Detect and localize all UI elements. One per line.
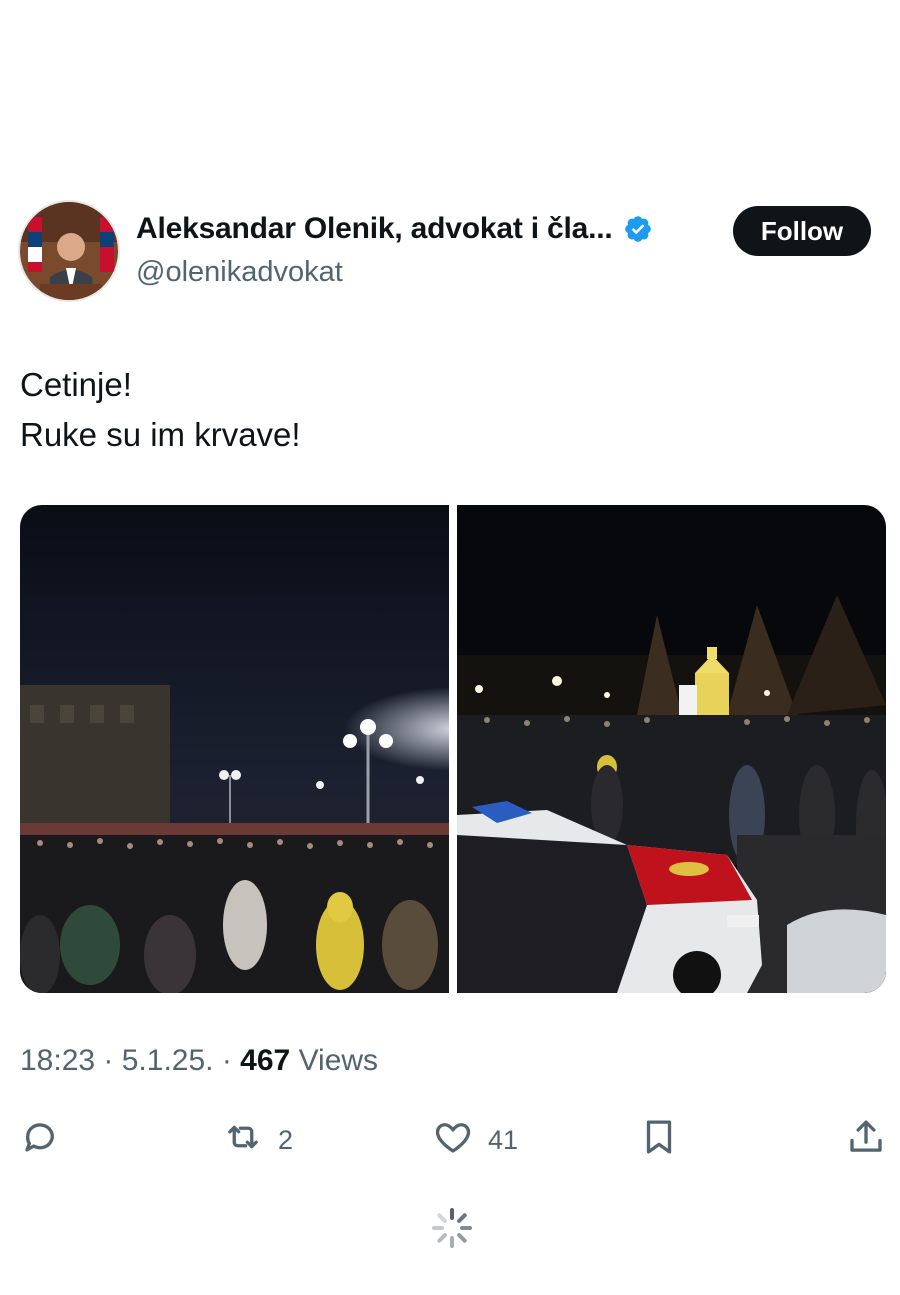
avatar[interactable]: [18, 200, 120, 302]
tweet-time[interactable]: 18:23: [20, 1044, 95, 1077]
retweet-icon: [222, 1116, 264, 1165]
share-icon: [845, 1116, 887, 1165]
retweet-button[interactable]: 2: [222, 1112, 293, 1168]
bookmark-icon: [638, 1116, 680, 1165]
tweet-date[interactable]: 5.1.25.: [122, 1044, 214, 1077]
views-count: 467: [240, 1044, 291, 1077]
tweet-header: Aleksandar Olenik, advokat i čla... @ole…: [0, 200, 900, 310]
photo-crowd-street[interactable]: [20, 505, 449, 993]
follow-button[interactable]: Follow: [733, 206, 871, 256]
meta-separator: ·: [213, 1044, 241, 1077]
author-handle[interactable]: @olenikadvokat: [136, 256, 343, 289]
tweet-meta: 18:23 · 5.1.25. · 467 Views: [20, 1044, 378, 1078]
bookmark-button[interactable]: [638, 1112, 680, 1168]
loading-spinner-icon: [430, 1206, 474, 1250]
reply-icon: [19, 1116, 61, 1165]
reply-button[interactable]: [19, 1112, 61, 1168]
tweet-text: Cetinje! Ruke su im krvave!: [20, 360, 301, 460]
tweet-line: Cetinje!: [20, 366, 132, 403]
heart-icon: [432, 1116, 474, 1165]
verified-badge-icon: [623, 214, 653, 244]
share-button[interactable]: [845, 1112, 887, 1168]
tweet-line: Ruke su im krvave!: [20, 416, 301, 453]
like-button[interactable]: 41: [432, 1112, 518, 1168]
like-count: 41: [488, 1124, 519, 1155]
media-grid: [20, 505, 886, 993]
action-bar: 2 41: [0, 1112, 900, 1168]
views-label: Views: [290, 1044, 379, 1077]
photo-crowd-church[interactable]: [457, 505, 886, 993]
author-name[interactable]: Aleksandar Olenik, advokat i čla...: [136, 212, 613, 246]
retweet-count: 2: [278, 1124, 294, 1155]
meta-separator: ·: [95, 1044, 122, 1077]
